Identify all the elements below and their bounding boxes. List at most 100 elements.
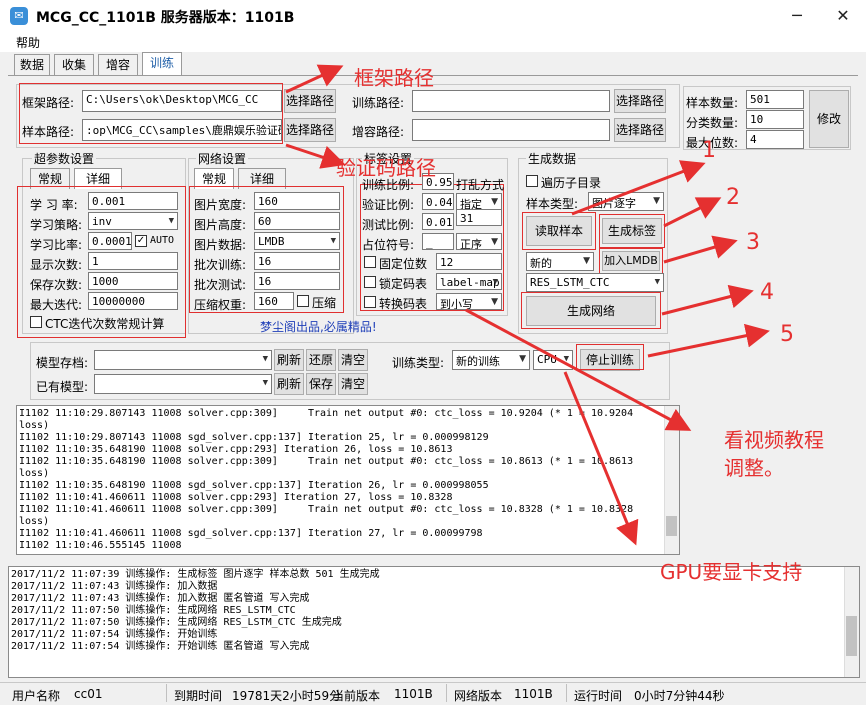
modify-button[interactable]: 修改	[809, 90, 849, 148]
annotation-1: 1	[702, 138, 716, 163]
tab-train[interactable]: 训练	[142, 52, 182, 76]
select-frame-path-button[interactable]: 选择路径	[284, 89, 336, 113]
height-label: 图片高度:	[194, 218, 247, 232]
save-input[interactable]: 1000	[88, 272, 178, 290]
user-value: cc01	[74, 687, 103, 701]
tab-collect[interactable]: 收集	[54, 54, 94, 75]
seed-input[interactable]: 31	[456, 209, 502, 226]
existing-model-select[interactable]: ▼	[94, 374, 272, 394]
order-select[interactable]: 正序 ▼	[456, 233, 502, 250]
menu-help[interactable]: 帮助	[16, 34, 40, 51]
annotation-5: 5	[780, 322, 794, 347]
height-input[interactable]: 60	[254, 212, 340, 230]
refresh-existing-button[interactable]: 刷新	[274, 373, 304, 395]
run-time-value: 0小时7分钟44秒	[634, 689, 725, 703]
net-version-label: 网络版本	[454, 689, 503, 703]
clear-store-button[interactable]: 清空	[338, 349, 368, 371]
tab-data[interactable]: 数据	[14, 54, 50, 75]
fixed-digits-checkbox[interactable]	[364, 256, 376, 268]
minimize-icon[interactable]: ─	[774, 0, 820, 32]
log-line: I1102 11:10:29.807143 11008 sgd_solver.c…	[19, 432, 489, 443]
select-train-path-button[interactable]: 选择路径	[614, 89, 666, 113]
lock-table-label: 锁定码表	[379, 277, 428, 291]
ratio-label: 学习比率:	[30, 238, 83, 252]
test-batch-input[interactable]: 16	[254, 272, 340, 290]
chevron-down-icon: ▼	[653, 196, 660, 206]
tab-augment[interactable]: 增容	[98, 54, 138, 75]
train-batch-label: 批次训练:	[194, 258, 247, 272]
model-store-select[interactable]: ▼	[94, 350, 272, 370]
ratio-input[interactable]: 0.0001	[88, 232, 132, 250]
compress-checkbox[interactable]	[297, 295, 309, 307]
path-highlight-box	[19, 83, 283, 144]
log-line: 2017/11/2 11:07:43 训练操作: 加入数据 匿名管道 写入完成	[11, 593, 310, 604]
class-count-value: 10	[746, 110, 804, 129]
sample-type-select[interactable]: 图片逐字 ▼	[588, 192, 664, 211]
auto-label: AUTO	[150, 235, 175, 246]
operation-log-scroll-thumb[interactable]	[846, 616, 857, 656]
fixed-digits-input[interactable]: 12	[436, 253, 502, 270]
lock-table-select[interactable]: label-map ▼	[436, 273, 502, 290]
display-input[interactable]: 1	[88, 252, 178, 270]
placeholder-input[interactable]: _	[422, 233, 454, 250]
chevron-down-icon: ▼	[491, 197, 498, 207]
lock-table-checkbox[interactable]	[364, 276, 376, 288]
val-ratio-input[interactable]: 0.04	[422, 193, 454, 210]
run-time-label: 运行时间	[574, 689, 623, 703]
compress-check-label: 压缩	[312, 296, 337, 310]
stop-train-highlight	[576, 344, 644, 370]
chevron-down-icon: ▼	[262, 378, 268, 388]
iter-input[interactable]: 10000000	[88, 292, 178, 310]
sample-count-label: 样本数量:	[686, 96, 739, 110]
save-model-button[interactable]: 保存	[306, 373, 336, 395]
restore-button[interactable]: 还原	[306, 349, 336, 371]
model-store-label: 模型存档:	[36, 356, 89, 370]
net-type-select[interactable]: RES_LSTM_CTC ▼	[526, 273, 664, 292]
select-sample-path-button[interactable]: 选择路径	[284, 118, 336, 142]
traverse-checkbox[interactable]	[526, 175, 538, 187]
log-line: loss)	[19, 468, 50, 479]
net-group-title: 网络设置	[196, 150, 249, 167]
train-batch-input[interactable]: 16	[254, 252, 340, 270]
train-log[interactable]: I1102 11:10:29.807143 11008 solver.cpp:3…	[16, 405, 680, 555]
shuffle-mode-select[interactable]: 指定 ▼	[456, 193, 502, 210]
policy-select[interactable]: inv ▼	[88, 212, 178, 230]
traverse-label: 遍历子目录	[541, 176, 602, 190]
footer-slogan: 梦尘阁出品,必属精品!	[260, 320, 377, 334]
mode-select[interactable]: 新的 ▼	[526, 252, 594, 271]
close-icon[interactable]: ✕	[820, 0, 866, 32]
class-count-label: 分类数量:	[686, 116, 739, 130]
train-path-input[interactable]	[412, 90, 610, 112]
chevron-down-icon: ▼	[583, 256, 590, 266]
log-line: 2017/11/2 11:07:50 训练操作: 生成网络 RES_LSTM_C…	[11, 605, 296, 616]
user-label: 用户名称	[12, 689, 61, 703]
placeholder-label: 占位符号:	[362, 238, 415, 252]
lr-input[interactable]: 0.001	[88, 192, 178, 210]
clear-existing-button[interactable]: 清空	[338, 373, 368, 395]
ctc-checkbox[interactable]	[30, 316, 42, 328]
train-log-scroll-thumb[interactable]	[666, 516, 677, 536]
compress-input[interactable]: 160	[254, 292, 294, 310]
test-ratio-input[interactable]: 0.01	[422, 213, 454, 230]
width-input[interactable]: 160	[254, 192, 340, 210]
val-ratio-label: 验证比例:	[362, 198, 415, 212]
train-type-select[interactable]: 新的训练 ▼	[452, 350, 530, 370]
chevron-down-icon: ▼	[491, 237, 498, 247]
existing-model-label: 已有模型:	[36, 380, 89, 394]
ctc-check-label: CTC迭代次数常规计算	[45, 317, 165, 331]
refresh-store-button[interactable]: 刷新	[274, 349, 304, 371]
chevron-down-icon: ▼	[491, 297, 498, 307]
log-line: I1102 11:10:41.460611 11008 sgd_solver.c…	[19, 528, 483, 539]
convert-table-select[interactable]: 到小写 ▼	[436, 293, 502, 310]
status-separator	[446, 684, 447, 702]
aug-path-input[interactable]	[412, 119, 610, 141]
chevron-down-icon: ▼	[330, 236, 336, 246]
device-select[interactable]: CPU ▼	[533, 350, 573, 370]
max-digits-value: 4	[746, 130, 804, 149]
select-aug-path-button[interactable]: 选择路径	[614, 118, 666, 142]
data-select[interactable]: LMDB ▼	[254, 232, 340, 250]
auto-checkbox[interactable]: ✓	[135, 235, 147, 247]
menu-bar	[0, 32, 866, 52]
convert-table-checkbox[interactable]	[364, 296, 376, 308]
hyper-group-title: 超参数设置	[32, 150, 97, 167]
